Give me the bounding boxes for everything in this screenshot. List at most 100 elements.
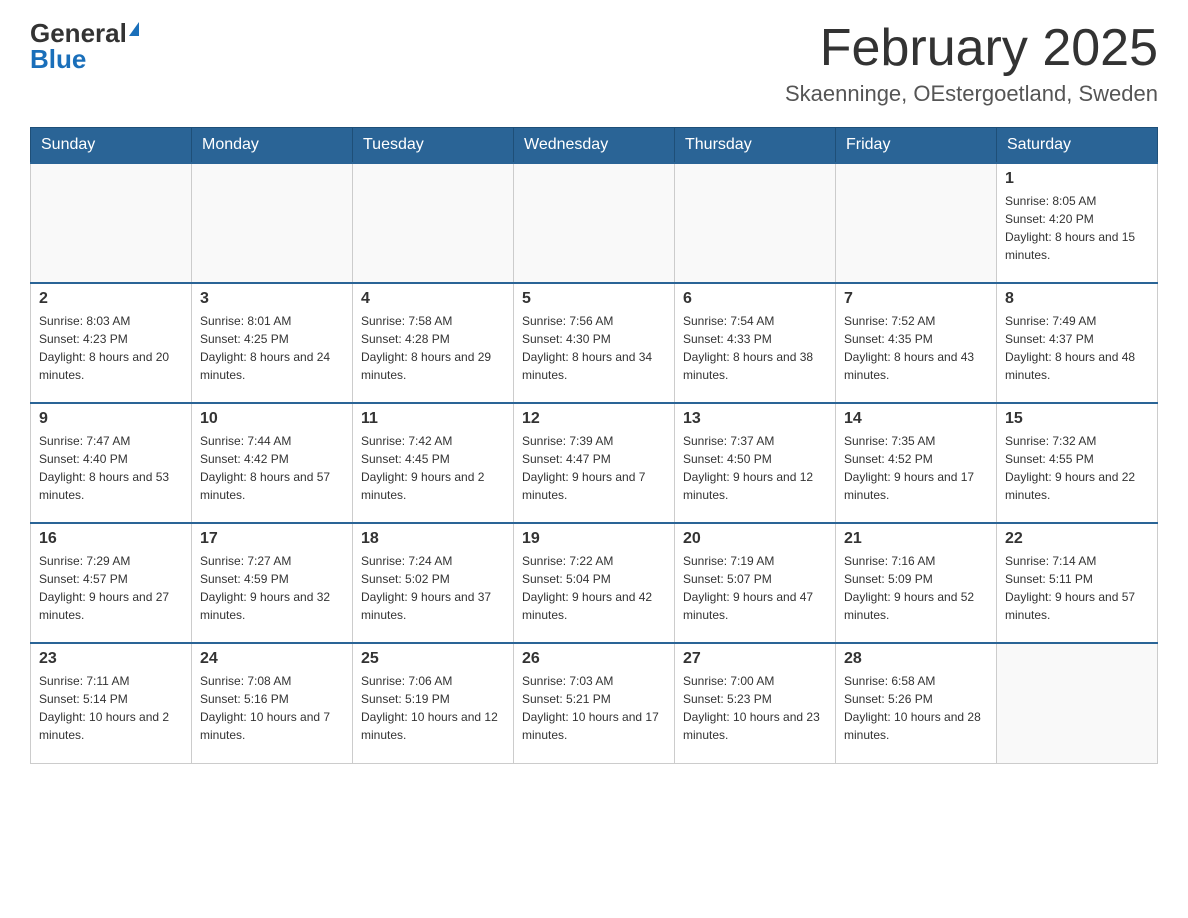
day-number-4: 4 [361, 290, 505, 308]
page-header: General Blue February 2025 Skaenninge, O… [30, 20, 1158, 107]
week-row-0: 1Sunrise: 8:05 AM Sunset: 4:20 PM Daylig… [31, 163, 1158, 283]
day-info-1: Sunrise: 8:05 AM Sunset: 4:20 PM Dayligh… [1005, 192, 1149, 264]
day-cell-2-0: 9 Sunrise: 7:47 AM Sunset: 4:40 PM Daylig… [31, 403, 192, 523]
day-number-20: 20 [683, 530, 827, 548]
day-cell-4-5: 28 Sunrise: 6:58 AM Sunset: 5:26 PM Dayli… [836, 643, 997, 763]
day-info-21: Sunrise: 7:16 AM Sunset: 5:09 PM Dayligh… [844, 552, 988, 624]
day-number-23: 23 [39, 650, 183, 668]
day-cell-2-5: 14 Sunrise: 7:35 AM Sunset: 4:52 PM Dayli… [836, 403, 997, 523]
day-number-9: 9 [39, 410, 183, 428]
day-info-8: Sunrise: 7:49 AM Sunset: 4:37 PM Dayligh… [1005, 312, 1149, 384]
day-number-12: 12 [522, 410, 666, 428]
day-info-17: Sunrise: 7:27 AM Sunset: 4:59 PM Dayligh… [200, 552, 344, 624]
week-row-4: 23Sunrise: 7:11 AM Sunset: 5:14 PM Dayli… [31, 643, 1158, 763]
day-number-2: 2 [39, 290, 183, 308]
day-cell-1-4: 6 Sunrise: 7:54 AM Sunset: 4:33 PM Daylig… [675, 283, 836, 403]
day-number-10: 10 [200, 410, 344, 428]
day-number-3: 3 [200, 290, 344, 308]
day-cell-4-1: 24 Sunrise: 7:08 AM Sunset: 5:16 PM Dayli… [192, 643, 353, 763]
day-cell-1-6: 8 Sunrise: 7:49 AM Sunset: 4:37 PM Daylig… [997, 283, 1158, 403]
day-number-26: 26 [522, 650, 666, 668]
calendar-subtitle: Skaenninge, OEstergoetland, Sweden [785, 81, 1158, 107]
header-monday: Monday [192, 128, 353, 164]
day-number-11: 11 [361, 410, 505, 428]
day-info-2: Sunrise: 8:03 AM Sunset: 4:23 PM Dayligh… [39, 312, 183, 384]
day-cell-1-0: 2 Sunrise: 8:03 AM Sunset: 4:23 PM Daylig… [31, 283, 192, 403]
day-info-24: Sunrise: 7:08 AM Sunset: 5:16 PM Dayligh… [200, 672, 344, 744]
day-cell-2-1: 10 Sunrise: 7:44 AM Sunset: 4:42 PM Dayli… [192, 403, 353, 523]
day-cell-4-0: 23Sunrise: 7:11 AM Sunset: 5:14 PM Dayli… [31, 643, 192, 763]
day-cell-0-4 [675, 163, 836, 283]
day-number-13: 13 [683, 410, 827, 428]
logo-blue: Blue [30, 46, 86, 72]
day-info-25: Sunrise: 7:06 AM Sunset: 5:19 PM Dayligh… [361, 672, 505, 744]
day-info-22: Sunrise: 7:14 AM Sunset: 5:11 PM Dayligh… [1005, 552, 1149, 624]
header-tuesday: Tuesday [353, 128, 514, 164]
header-wednesday: Wednesday [514, 128, 675, 164]
day-info-9: Sunrise: 7:47 AM Sunset: 4:40 PM Dayligh… [39, 432, 183, 504]
day-number-19: 19 [522, 530, 666, 548]
day-cell-3-1: 17Sunrise: 7:27 AM Sunset: 4:59 PM Dayli… [192, 523, 353, 643]
day-info-28: Sunrise: 6:58 AM Sunset: 5:26 PM Dayligh… [844, 672, 988, 744]
day-cell-1-3: 5Sunrise: 7:56 AM Sunset: 4:30 PM Daylig… [514, 283, 675, 403]
logo: General Blue [30, 20, 139, 72]
week-row-2: 9 Sunrise: 7:47 AM Sunset: 4:40 PM Daylig… [31, 403, 1158, 523]
day-info-5: Sunrise: 7:56 AM Sunset: 4:30 PM Dayligh… [522, 312, 666, 384]
day-cell-1-1: 3Sunrise: 8:01 AM Sunset: 4:25 PM Daylig… [192, 283, 353, 403]
day-info-7: Sunrise: 7:52 AM Sunset: 4:35 PM Dayligh… [844, 312, 988, 384]
header-saturday: Saturday [997, 128, 1158, 164]
day-info-11: Sunrise: 7:42 AM Sunset: 4:45 PM Dayligh… [361, 432, 505, 504]
day-cell-4-2: 25 Sunrise: 7:06 AM Sunset: 5:19 PM Dayli… [353, 643, 514, 763]
day-cell-4-3: 26 Sunrise: 7:03 AM Sunset: 5:21 PM Dayli… [514, 643, 675, 763]
day-info-13: Sunrise: 7:37 AM Sunset: 4:50 PM Dayligh… [683, 432, 827, 504]
day-number-27: 27 [683, 650, 827, 668]
day-cell-0-3 [514, 163, 675, 283]
day-number-15: 15 [1005, 410, 1149, 428]
day-number-22: 22 [1005, 530, 1149, 548]
day-number-7: 7 [844, 290, 988, 308]
logo-general: General [30, 20, 127, 46]
day-info-4: Sunrise: 7:58 AM Sunset: 4:28 PM Dayligh… [361, 312, 505, 384]
logo-triangle-icon [129, 22, 139, 36]
day-cell-2-6: 15Sunrise: 7:32 AM Sunset: 4:55 PM Dayli… [997, 403, 1158, 523]
day-cell-3-2: 18 Sunrise: 7:24 AM Sunset: 5:02 PM Dayli… [353, 523, 514, 643]
day-cell-3-6: 22 Sunrise: 7:14 AM Sunset: 5:11 PM Dayli… [997, 523, 1158, 643]
day-cell-4-6 [997, 643, 1158, 763]
day-cell-0-1 [192, 163, 353, 283]
day-cell-4-4: 27Sunrise: 7:00 AM Sunset: 5:23 PM Dayli… [675, 643, 836, 763]
day-info-6: Sunrise: 7:54 AM Sunset: 4:33 PM Dayligh… [683, 312, 827, 384]
day-cell-2-2: 11 Sunrise: 7:42 AM Sunset: 4:45 PM Dayli… [353, 403, 514, 523]
day-number-28: 28 [844, 650, 988, 668]
header-thursday: Thursday [675, 128, 836, 164]
day-cell-3-3: 19 Sunrise: 7:22 AM Sunset: 5:04 PM Dayli… [514, 523, 675, 643]
day-number-6: 6 [683, 290, 827, 308]
day-cell-0-5 [836, 163, 997, 283]
day-number-14: 14 [844, 410, 988, 428]
header-sunday: Sunday [31, 128, 192, 164]
title-section: February 2025 Skaenninge, OEstergoetland… [785, 20, 1158, 107]
calendar-header-row: Sunday Monday Tuesday Wednesday Thursday… [31, 128, 1158, 164]
day-info-26: Sunrise: 7:03 AM Sunset: 5:21 PM Dayligh… [522, 672, 666, 744]
day-info-16: Sunrise: 7:29 AM Sunset: 4:57 PM Dayligh… [39, 552, 183, 624]
day-info-18: Sunrise: 7:24 AM Sunset: 5:02 PM Dayligh… [361, 552, 505, 624]
calendar-table: Sunday Monday Tuesday Wednesday Thursday… [30, 127, 1158, 764]
day-number-8: 8 [1005, 290, 1149, 308]
header-friday: Friday [836, 128, 997, 164]
day-number-16: 16 [39, 530, 183, 548]
day-cell-1-5: 7 Sunrise: 7:52 AM Sunset: 4:35 PM Daylig… [836, 283, 997, 403]
week-row-3: 16 Sunrise: 7:29 AM Sunset: 4:57 PM Dayli… [31, 523, 1158, 643]
day-info-12: Sunrise: 7:39 AM Sunset: 4:47 PM Dayligh… [522, 432, 666, 504]
day-number-18: 18 [361, 530, 505, 548]
day-number-21: 21 [844, 530, 988, 548]
day-info-10: Sunrise: 7:44 AM Sunset: 4:42 PM Dayligh… [200, 432, 344, 504]
day-cell-3-0: 16 Sunrise: 7:29 AM Sunset: 4:57 PM Dayli… [31, 523, 192, 643]
day-cell-3-4: 20 Sunrise: 7:19 AM Sunset: 5:07 PM Dayli… [675, 523, 836, 643]
day-info-20: Sunrise: 7:19 AM Sunset: 5:07 PM Dayligh… [683, 552, 827, 624]
day-number-25: 25 [361, 650, 505, 668]
day-number-24: 24 [200, 650, 344, 668]
day-cell-1-2: 4 Sunrise: 7:58 AM Sunset: 4:28 PM Daylig… [353, 283, 514, 403]
day-info-14: Sunrise: 7:35 AM Sunset: 4:52 PM Dayligh… [844, 432, 988, 504]
day-cell-2-3: 12 Sunrise: 7:39 AM Sunset: 4:47 PM Dayli… [514, 403, 675, 523]
day-info-19: Sunrise: 7:22 AM Sunset: 5:04 PM Dayligh… [522, 552, 666, 624]
calendar-title: February 2025 [785, 20, 1158, 77]
